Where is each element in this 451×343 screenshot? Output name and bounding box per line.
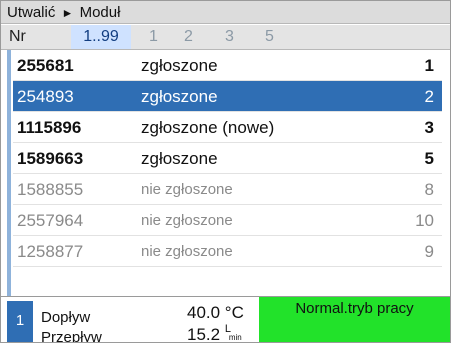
list-item[interactable]: 1588855 nie zgłoszone 8 bbox=[13, 174, 442, 205]
item-number: 1589663 bbox=[17, 149, 84, 168]
item-number: 1115896 bbox=[17, 118, 82, 137]
item-status: zgłoszone bbox=[141, 87, 218, 106]
item-count: 9 bbox=[424, 242, 434, 261]
item-count: 3 bbox=[424, 118, 434, 137]
tab-1[interactable]: 1 bbox=[149, 25, 158, 49]
inflow-label: Dopływ bbox=[41, 309, 91, 326]
inflow-value: 40.0 °C bbox=[187, 303, 244, 322]
tab-3[interactable]: 3 bbox=[225, 25, 234, 49]
flow-unit: L min bbox=[225, 323, 243, 342]
breadcrumb-parent[interactable]: Utwalić bbox=[7, 4, 55, 21]
flow-value-group: 15.2 L min bbox=[187, 323, 243, 343]
tab-range-1-99[interactable]: 1..99 bbox=[71, 25, 131, 49]
status-bar: 1 Dopływ 40.0 °C Przepływ 15.2 L min Nor… bbox=[1, 296, 450, 343]
circuit-index-badge: 1 bbox=[7, 301, 33, 342]
list-item-selected[interactable]: 254893 zgłoszone 2 bbox=[13, 81, 442, 112]
breadcrumb-current: Moduł bbox=[79, 4, 121, 21]
module-list-window: Utwalić ► Moduł Nr 1..99 1 2 3 5 255681 … bbox=[0, 0, 451, 343]
item-count: 5 bbox=[424, 149, 434, 168]
item-number: 254893 bbox=[17, 87, 74, 106]
item-number: 2557964 bbox=[17, 211, 84, 230]
item-count: 1 bbox=[424, 56, 434, 75]
tab-2[interactable]: 2 bbox=[184, 25, 193, 49]
item-number: 1588855 bbox=[17, 180, 84, 199]
item-status: nie zgłoszone bbox=[141, 181, 233, 198]
operating-mode-indicator: Normal.tryb pracy bbox=[259, 297, 450, 342]
list-item[interactable]: 1589663 zgłoszone 5 bbox=[13, 143, 442, 174]
flow-value: 15.2 bbox=[187, 325, 221, 343]
item-count: 8 bbox=[424, 180, 434, 199]
item-count: 2 bbox=[424, 87, 434, 106]
item-status: zgłoszone bbox=[141, 56, 218, 75]
flow-unit-bottom: min bbox=[228, 333, 242, 342]
breadcrumb-arrow-icon: ► bbox=[61, 6, 74, 20]
item-status: zgłoszone (nowe) bbox=[141, 118, 275, 137]
module-list: 255681 zgłoszone 1 254893 zgłoszone 2 11… bbox=[1, 50, 450, 296]
filter-tabs: Nr 1..99 1 2 3 5 bbox=[1, 25, 450, 50]
list-item[interactable]: 1258877 nie zgłoszone 9 bbox=[13, 236, 442, 267]
scrollbar[interactable] bbox=[7, 50, 11, 296]
item-status: zgłoszone bbox=[141, 149, 218, 168]
breadcrumb: Utwalić ► Moduł bbox=[1, 1, 450, 24]
flow-label: Przepływ bbox=[41, 329, 102, 343]
list-item[interactable]: 2557964 nie zgłoszone 10 bbox=[13, 205, 442, 236]
list-item[interactable]: 1115896 zgłoszone (nowe) 3 bbox=[13, 112, 442, 143]
item-number: 255681 bbox=[17, 56, 74, 75]
item-status: nie zgłoszone bbox=[141, 212, 233, 229]
item-number: 1258877 bbox=[17, 242, 84, 261]
list-item[interactable]: 255681 zgłoszone 1 bbox=[13, 50, 442, 81]
tab-nr-label: Nr bbox=[9, 28, 26, 45]
item-status: nie zgłoszone bbox=[141, 243, 233, 260]
item-count: 10 bbox=[415, 211, 434, 230]
tab-5[interactable]: 5 bbox=[265, 25, 274, 49]
